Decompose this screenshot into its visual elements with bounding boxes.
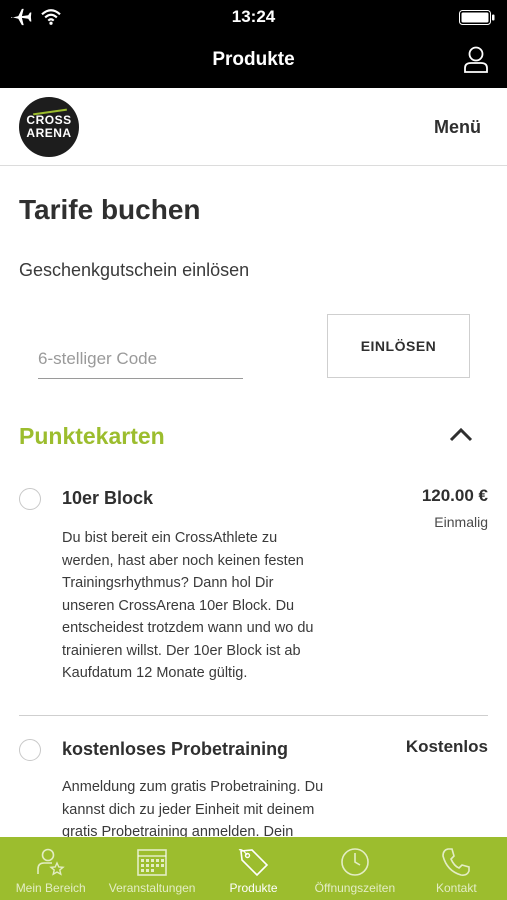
product-name: 10er Block (62, 488, 154, 508)
product-radio[interactable] (19, 739, 41, 761)
status-time: 13:24 (231, 7, 276, 26)
status-bar: 13:24 (0, 0, 507, 34)
product-description: Du bist bereit ein CrossAthlete zu werde… (62, 527, 382, 685)
nav-title: Produkte (212, 49, 295, 70)
tab-label: Mein Bereich (15, 881, 86, 895)
tab-label: Öffnungszeiten (314, 881, 396, 895)
description-line: Trainingsrhythmus? Dann hol Dir (62, 575, 274, 591)
calendar-icon (137, 849, 167, 876)
description-line: Du bist bereit ein CrossAthlete zu (62, 530, 278, 546)
description-line: unseren CrossArena 10er Block. Du (62, 597, 295, 614)
tab-produkte[interactable]: Produkte (203, 837, 304, 900)
price-tag-icon (238, 848, 268, 877)
tab-label: Kontakt (435, 881, 477, 895)
logo-line-2: ARENA (26, 126, 72, 140)
phone-icon (442, 848, 471, 876)
product-price: 120.00 € (421, 486, 488, 505)
product-frequency: Einmalig (434, 514, 488, 530)
description-line: werden, hast aber noch keinen festen (62, 552, 304, 569)
menu-button[interactable]: Menü (434, 117, 481, 138)
tab-bar: Mein Bereich Veranstaltungen Produkte Öf… (0, 837, 507, 900)
user-icon[interactable] (463, 46, 489, 74)
redeem-button[interactable]: EINLÖSEN (327, 314, 470, 378)
clock-icon (341, 848, 369, 876)
product-divider (19, 715, 488, 716)
voucher-label: Geschenkgutschein einlösen (19, 260, 250, 280)
description-line: Kaufdatum 12 Monate gültig. (62, 665, 248, 681)
tab-oeffnungszeiten[interactable]: Öffnungszeiten (304, 837, 405, 900)
top-bar: 13:24 Produkte (0, 0, 507, 88)
section-title[interactable]: Punktekarten (19, 423, 165, 450)
page-title: Tarife buchen (19, 194, 201, 225)
site-header: CROSS ARENA Menü (0, 88, 507, 166)
description-line: Anmeldung zum gratis Probetraining. Du (62, 779, 324, 795)
description-line: trainieren willst. Der 10er Block ist ab (62, 642, 301, 659)
product-radio[interactable] (19, 488, 41, 510)
user-star-icon (36, 848, 65, 876)
voucher-code-input[interactable] (38, 339, 243, 379)
tab-kontakt[interactable]: Kontakt (406, 837, 507, 900)
product-name: kostenloses Probetraining (62, 739, 289, 759)
product-price: Kostenlos (405, 737, 488, 756)
description-line: kannst dich zu jeder Einheit mit deinem (62, 801, 315, 818)
main-content: Tarife buchen Geschenkgutschein einlösen… (0, 167, 507, 837)
chevron-up-icon[interactable] (448, 423, 474, 445)
description-line: gratis Probetraining anmelden. Dein (62, 824, 294, 837)
tab-veranstaltungen[interactable]: Veranstaltungen (101, 837, 202, 900)
tab-label: Veranstaltungen (108, 881, 196, 895)
tab-mein-bereich[interactable]: Mein Bereich (0, 837, 101, 900)
crossarena-logo[interactable]: CROSS ARENA (19, 97, 79, 157)
product-description: Anmeldung zum gratis Probetraining. Du k… (62, 776, 382, 837)
battery-icon (459, 10, 495, 25)
tab-label: Produkte (229, 881, 278, 895)
description-line: entscheidest trotzdem wann und wo du (62, 620, 314, 636)
